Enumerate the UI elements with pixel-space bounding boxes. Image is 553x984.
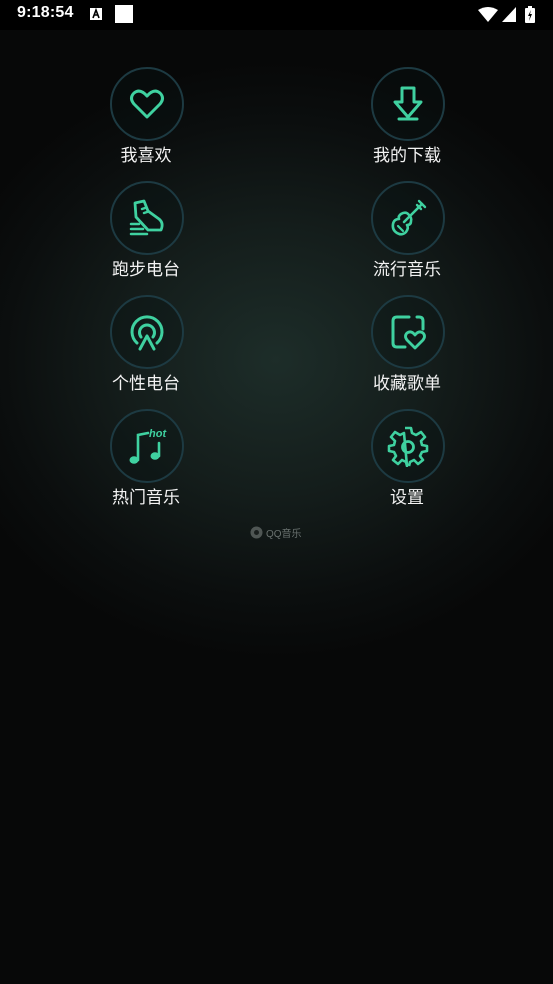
qq-music-logo-icon [250, 526, 263, 538]
svg-text:hot: hot [149, 428, 167, 440]
menu-item-label: 流行音乐 [373, 260, 441, 280]
menu-item-label: 我喜欢 [120, 146, 172, 166]
favorite-playlist-icon [391, 315, 426, 350]
menu-item-label: 收藏歌单 [373, 374, 441, 394]
radio-broadcast-icon [130, 315, 164, 351]
menu-item-saved-playlists[interactable]: 收藏歌单 [357, 295, 457, 405]
menu-item-pop-music[interactable]: 流行音乐 [357, 181, 457, 291]
hot-music-icon: hot [129, 428, 167, 464]
menu-grid: 我喜欢 我的下载 跑步电台 流行音乐 个性电台 收藏歌单 hot 热门音乐 设置 [0, 0, 553, 520]
menu-item-label: 跑步电台 [112, 260, 180, 280]
gear-icon [387, 426, 429, 467]
icon-circle [371, 409, 445, 483]
icon-circle [110, 295, 184, 369]
menu-item-hot-music[interactable]: hot 热门音乐 [96, 409, 196, 519]
menu-item-personal-radio[interactable]: 个性电台 [96, 295, 196, 405]
icon-circle: hot [110, 409, 184, 483]
icon-circle [110, 181, 184, 255]
heart-icon [130, 89, 164, 119]
menu-item-settings[interactable]: 设置 [357, 409, 457, 519]
guitar-icon [391, 199, 427, 236]
menu-item-favorites[interactable]: 我喜欢 [96, 67, 196, 177]
menu-item-running-radio[interactable]: 跑步电台 [96, 181, 196, 291]
icon-circle [371, 295, 445, 369]
menu-item-label: 个性电台 [112, 374, 180, 394]
icon-circle [371, 67, 445, 141]
icon-circle [371, 181, 445, 255]
download-icon [393, 86, 423, 121]
icon-circle [110, 67, 184, 141]
menu-item-label: 热门音乐 [112, 488, 180, 508]
menu-item-label: 设置 [390, 488, 424, 508]
qq-music-logo: QQ音乐 [250, 524, 302, 540]
running-shoe-icon [129, 199, 164, 236]
qq-music-logo-text: QQ音乐 [266, 528, 302, 540]
menu-item-label: 我的下载 [373, 146, 441, 166]
menu-item-downloads[interactable]: 我的下载 [357, 67, 457, 177]
